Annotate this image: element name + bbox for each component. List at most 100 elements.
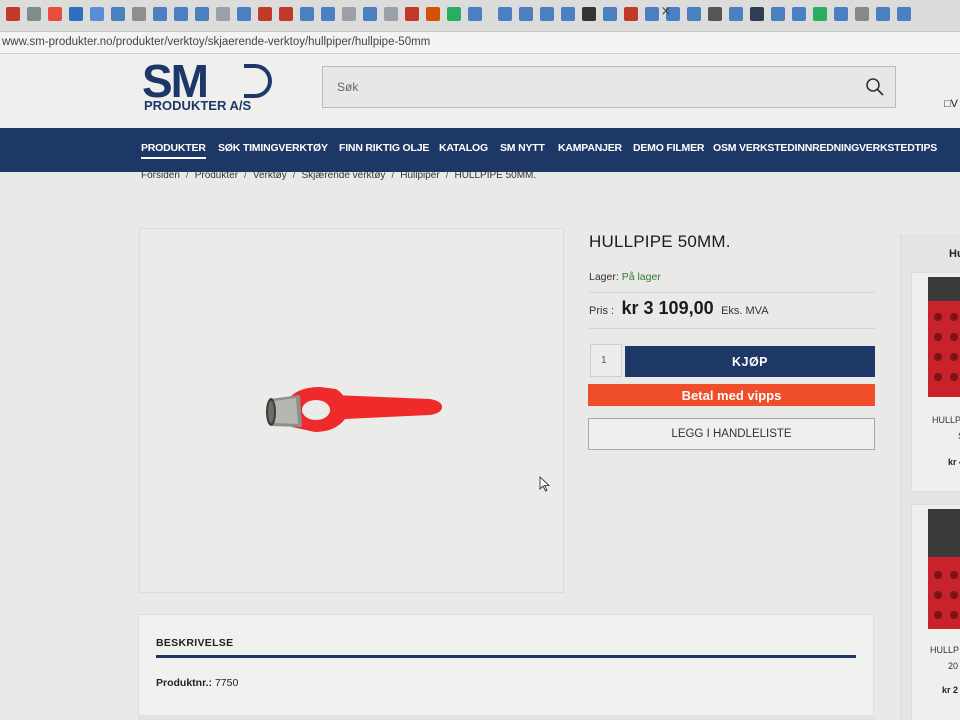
price-label: Pris : xyxy=(589,305,615,317)
browser-tab-favicon-icon[interactable] xyxy=(876,7,890,21)
product-number-label: Produktnr.: xyxy=(156,677,213,689)
related-product-name: HULLP xyxy=(930,645,960,655)
browser-tab-favicon-icon[interactable] xyxy=(624,7,638,21)
browser-tab-favicon-icon[interactable] xyxy=(813,7,827,21)
related-product-price: kr 2 xyxy=(942,685,959,695)
card-footer xyxy=(139,715,875,720)
breadcrumb-item[interactable]: Skjærende verktøy xyxy=(302,170,386,181)
browser-tab-favicon-icon[interactable] xyxy=(216,7,230,21)
browser-tab-favicon-icon[interactable] xyxy=(405,7,419,21)
breadcrumb-separator: / xyxy=(244,170,247,181)
browser-tab-favicon-icon[interactable] xyxy=(258,7,272,21)
main-nav: PRODUKTER SØK TIMINGVERKTØY FINN RIKTIG … xyxy=(0,128,960,172)
breadcrumb-separator: / xyxy=(391,170,395,181)
price-row: Pris : kr 3 109,00 Eks. MVA xyxy=(589,298,769,319)
search-icon[interactable] xyxy=(865,77,885,97)
search-input[interactable] xyxy=(323,67,863,107)
browser-tab-favicon-icon[interactable] xyxy=(498,7,512,21)
browser-tab-favicon-icon[interactable] xyxy=(321,7,335,21)
checkbox-icon[interactable]: □ xyxy=(944,98,951,110)
browser-tab-favicon-icon[interactable] xyxy=(48,7,62,21)
browser-tab-favicon-icon[interactable] xyxy=(561,7,575,21)
nav-item-demo-filmer[interactable]: DEMO FILMER xyxy=(633,142,704,154)
related-product-card[interactable]: HULLP 20 kr 2 xyxy=(911,504,960,720)
nav-item-osm-verkstedinnredning[interactable]: OSM VERKSTEDINNREDNING xyxy=(713,142,859,154)
browser-tab-favicon-icon[interactable] xyxy=(90,7,104,21)
browser-tab-favicon-icon[interactable] xyxy=(792,7,806,21)
site-logo[interactable]: SM PRODUKTER A/S xyxy=(140,55,272,120)
close-tab-icon[interactable]: × xyxy=(659,5,673,19)
price-value: kr 3 109,00 xyxy=(621,298,714,318)
address-bar[interactable]: www.sm-produkter.no/produkter/verktoy/sk… xyxy=(0,32,960,54)
product-title: HULLPIPE 50MM. xyxy=(589,232,731,251)
browser-tab-favicon-icon[interactable] xyxy=(468,7,482,21)
browser-tab-favicon-icon[interactable] xyxy=(195,7,209,21)
browser-tab-favicon-icon[interactable] xyxy=(237,7,251,21)
breadcrumb-item[interactable]: Produkter xyxy=(195,170,238,181)
nav-item-produkter[interactable]: PRODUKTER xyxy=(141,142,206,159)
search-bar[interactable] xyxy=(322,66,896,108)
header-right-link[interactable]: □V xyxy=(944,98,958,110)
browser-tab-favicon-icon[interactable] xyxy=(6,7,20,21)
nav-item-kampanjer[interactable]: KAMPANJER xyxy=(558,142,622,154)
product-image[interactable] xyxy=(139,228,564,593)
browser-tab-favicon-icon[interactable] xyxy=(132,7,146,21)
browser-tab-favicon-icon[interactable] xyxy=(69,7,83,21)
browser-tab-favicon-icon[interactable] xyxy=(27,7,41,21)
browser-tab-favicon-icon[interactable] xyxy=(855,7,869,21)
browser-tab-favicon-icon[interactable] xyxy=(111,7,125,21)
browser-tab-favicon-icon[interactable] xyxy=(603,7,617,21)
add-to-shopping-list-button[interactable]: LEGG I HANDLELISTE xyxy=(588,418,875,450)
browser-tab-favicon-icon[interactable] xyxy=(687,7,701,21)
breadcrumb: Forsiden / Produkter / Verktøy / Skjærende ver… xyxy=(141,170,536,181)
browser-tab-favicon-icon[interactable] xyxy=(729,7,743,21)
browser-tab-favicon-icon[interactable] xyxy=(897,7,911,21)
nav-item-verkstedtips[interactable]: VERKSTEDTIPS xyxy=(859,142,937,154)
quantity-input[interactable] xyxy=(590,344,622,377)
related-product-name-line2: 20 xyxy=(948,661,959,671)
browser-tab-favicon-icon[interactable] xyxy=(153,7,167,21)
browser-tab-favicon-icon[interactable] xyxy=(300,7,314,21)
description-card: BESKRIVELSE Produktnr.: 7750 xyxy=(138,614,875,720)
nav-item-sm-nytt[interactable]: SM NYTT xyxy=(500,142,545,154)
browser-tab-favicon-icon[interactable] xyxy=(447,7,461,21)
browser-tab-favicon-icon[interactable] xyxy=(771,7,785,21)
browser-tab-favicon-icon[interactable] xyxy=(645,7,659,21)
logo-subtitle: PRODUKTER A/S xyxy=(144,98,252,113)
browser-tab-favicon-icon[interactable] xyxy=(363,7,377,21)
browser-tab-favicon-icon[interactable] xyxy=(540,7,554,21)
browser-tab-favicon-icon[interactable] xyxy=(384,7,398,21)
breadcrumb-item[interactable]: Verktøy xyxy=(253,170,287,181)
browser-tab-favicon-icon[interactable] xyxy=(174,7,188,21)
nav-item-sok-timingverktoy[interactable]: SØK TIMINGVERKTØY xyxy=(218,142,328,154)
breadcrumb-separator: / xyxy=(292,170,296,181)
related-products-heading: Hu xyxy=(949,248,960,260)
related-products-panel: Hu HULLP S kr 4 HULLP 20 kr 2 xyxy=(900,234,960,720)
stock-status: Lager: På lager xyxy=(589,271,661,283)
related-product-card[interactable]: HULLP S kr 4 xyxy=(911,272,960,492)
divider xyxy=(589,328,875,329)
stock-value: På lager xyxy=(621,271,661,283)
nav-item-katalog[interactable]: KATALOG xyxy=(439,142,488,154)
browser-tab-strip: × xyxy=(0,0,960,32)
breadcrumb-current: HULLPIPE 50MM. xyxy=(454,170,537,181)
breadcrumb-item[interactable]: Forsiden xyxy=(141,170,180,181)
browser-tab-favicon-icon[interactable] xyxy=(708,7,722,21)
browser-tab-favicon-icon[interactable] xyxy=(750,7,764,21)
breadcrumb-separator: / xyxy=(185,170,189,181)
related-product-price: kr 4 xyxy=(948,457,960,467)
product-number: Produktnr.: 7750 xyxy=(156,677,238,689)
buy-button[interactable]: KJØP xyxy=(625,346,875,377)
breadcrumb-item[interactable]: Hullpiper xyxy=(400,170,439,181)
hole-punch-tool-image xyxy=(266,387,442,432)
browser-tab-favicon-icon[interactable] xyxy=(426,7,440,21)
browser-tab-favicon-icon[interactable] xyxy=(342,7,356,21)
browser-tab-favicon-icon[interactable] xyxy=(519,7,533,21)
vipps-pay-button[interactable]: Betal med vipps xyxy=(588,384,875,406)
browser-tab-favicon-icon[interactable] xyxy=(834,7,848,21)
browser-tab-favicon-icon[interactable] xyxy=(582,7,596,21)
description-tab[interactable]: BESKRIVELSE xyxy=(156,637,233,649)
url-text[interactable]: www.sm-produkter.no/produkter/verktoy/sk… xyxy=(2,36,430,48)
browser-tab-favicon-icon[interactable] xyxy=(279,7,293,21)
nav-item-finn-riktig-olje[interactable]: FINN RIKTIG OLJE xyxy=(339,142,429,154)
